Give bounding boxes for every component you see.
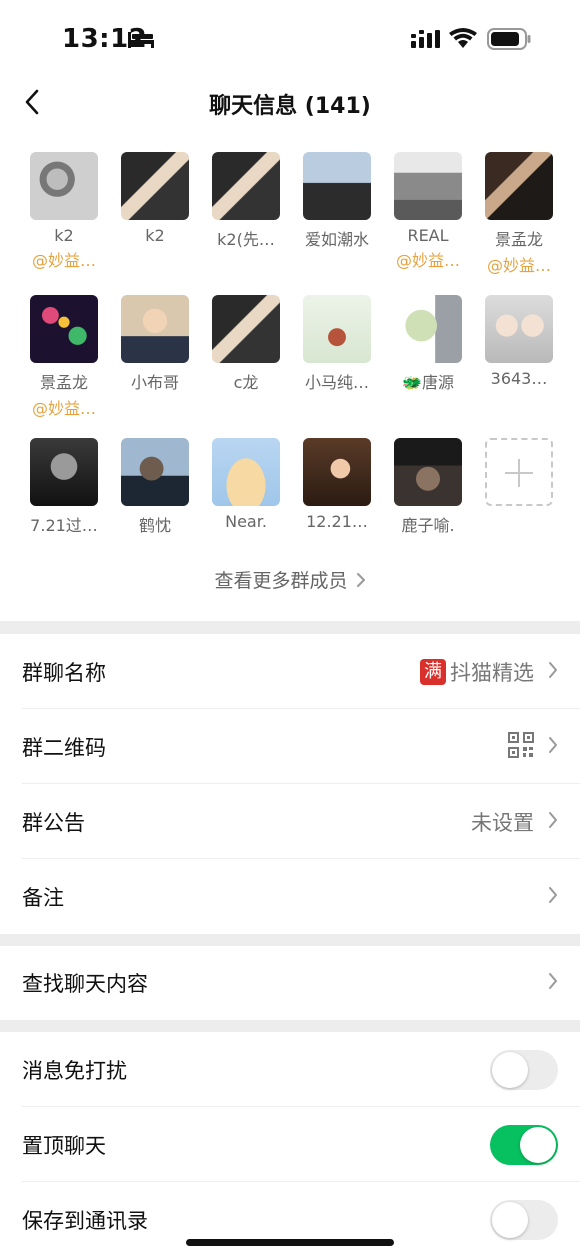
group-qr-code-row[interactable]: 群二维码 — [0, 709, 580, 784]
member-tag: @妙益… — [486, 256, 551, 275]
member-name: 爱如潮水 — [304, 230, 369, 249]
member-item[interactable]: 🐲唐源 — [383, 295, 473, 393]
member-name: c龙 — [233, 373, 259, 392]
plus-icon — [485, 438, 553, 506]
member-name: REAL — [407, 226, 449, 245]
row-label: 置顶聊天 — [22, 1133, 106, 1158]
full-badge-icon: 满 — [420, 658, 446, 685]
member-item[interactable]: 鹤忱 — [110, 438, 200, 536]
member-item[interactable]: 3643… — [474, 295, 564, 388]
avatar — [485, 295, 553, 363]
member-name: 景孟龙 — [494, 230, 543, 249]
nav-bar: 聊天信息 (141) — [0, 78, 580, 128]
section-separator — [0, 621, 580, 634]
row-label: 消息免打扰 — [22, 1058, 127, 1083]
section-separator — [0, 1020, 580, 1032]
sleep-focus-icon — [128, 30, 154, 52]
member-tag: @妙益… — [395, 251, 460, 270]
group-announcement-row[interactable]: 群公告 未设置 — [0, 784, 580, 859]
avatar — [303, 152, 371, 220]
member-item[interactable]: 鹿子喻. — [383, 438, 473, 536]
member-name: 12.21… — [306, 512, 368, 531]
avatar — [121, 295, 189, 363]
member-tag: @妙益… — [31, 251, 96, 270]
remark-row[interactable]: 备注 — [0, 859, 580, 934]
pin-chat-row: 置顶聊天 — [0, 1107, 580, 1182]
member-tag: @妙益… — [31, 399, 96, 418]
avatar — [121, 438, 189, 506]
member-item[interactable]: k2 — [110, 152, 200, 245]
row-label: 群二维码 — [22, 735, 106, 760]
chevron-right-icon — [548, 661, 558, 683]
avatar — [212, 438, 280, 506]
row-label: 备注 — [22, 885, 64, 910]
member-name: 🐲唐源 — [402, 373, 454, 392]
announcement-value: 未设置 — [471, 810, 534, 835]
chevron-right-icon — [548, 886, 558, 908]
member-item[interactable]: 爱如潮水 — [292, 152, 382, 250]
member-name: k2 — [145, 226, 165, 245]
search-chat-content-row[interactable]: 查找聊天内容 — [0, 946, 580, 1020]
avatar — [485, 152, 553, 220]
avatar — [30, 295, 98, 363]
avatar — [303, 295, 371, 363]
section-separator — [0, 934, 580, 946]
member-item[interactable]: 景孟龙 @妙益… — [19, 295, 109, 419]
avatar — [303, 438, 371, 506]
member-item[interactable]: Near. — [201, 438, 291, 531]
chevron-right-icon — [548, 972, 558, 994]
member-item[interactable]: 小布哥 — [110, 295, 200, 393]
member-name: k2(先… — [217, 230, 275, 249]
home-indicator — [186, 1239, 394, 1246]
member-item[interactable]: 7.21过… — [19, 438, 109, 536]
add-member-button[interactable] — [474, 438, 564, 506]
view-more-members-link[interactable]: 查看更多群成员 — [0, 566, 580, 593]
chevron-right-icon — [548, 811, 558, 833]
member-name: 7.21过… — [30, 516, 98, 535]
member-name: Near. — [225, 512, 267, 531]
member-name: 小马纯… — [304, 373, 369, 392]
group-name-value: 抖猫精选 — [450, 660, 534, 685]
member-item[interactable]: 12.21… — [292, 438, 382, 531]
avatar — [212, 152, 280, 220]
member-name: 3643… — [490, 369, 548, 388]
group-name-row[interactable]: 群聊名称 满 抖猫精选 — [0, 634, 580, 709]
avatar — [394, 152, 462, 220]
member-name: 小布哥 — [130, 373, 179, 392]
status-bar: 13:12 — [0, 0, 580, 70]
qr-code-icon — [508, 731, 534, 762]
pin-toggle[interactable] — [490, 1124, 558, 1165]
member-name: 鹿子喻. — [401, 516, 455, 535]
avatar — [212, 295, 280, 363]
avatar — [30, 438, 98, 506]
member-item[interactable]: 小马纯… — [292, 295, 382, 393]
view-more-label: 查看更多群成员 — [214, 570, 348, 592]
battery-icon — [487, 28, 531, 54]
chevron-right-icon — [548, 736, 558, 758]
avatar — [30, 152, 98, 220]
wifi-icon — [449, 27, 477, 53]
member-item[interactable]: k2 @妙益… — [19, 152, 109, 271]
chevron-right-icon — [356, 571, 366, 593]
save-to-contacts-toggle[interactable] — [490, 1199, 558, 1240]
page-title: 聊天信息 (141) — [209, 94, 371, 119]
member-item[interactable]: 景孟龙 @妙益… — [474, 152, 564, 276]
row-label: 群聊名称 — [22, 660, 106, 685]
avatar — [121, 152, 189, 220]
mute-notifications-row: 消息免打扰 — [0, 1032, 580, 1107]
member-name: 景孟龙 — [39, 373, 88, 392]
member-item[interactable]: REAL @妙益… — [383, 152, 473, 271]
cellular-signal-icon — [411, 30, 441, 52]
avatar — [394, 438, 462, 506]
member-item[interactable]: k2(先… — [201, 152, 291, 250]
member-item[interactable]: c龙 — [201, 295, 291, 393]
member-name: 鹤忱 — [138, 516, 171, 535]
member-name: k2 — [54, 226, 74, 245]
row-label: 群公告 — [22, 810, 85, 835]
mute-toggle[interactable] — [490, 1049, 558, 1090]
row-label: 保存到通讯录 — [22, 1208, 148, 1233]
avatar — [394, 295, 462, 363]
row-label: 查找聊天内容 — [22, 972, 148, 996]
